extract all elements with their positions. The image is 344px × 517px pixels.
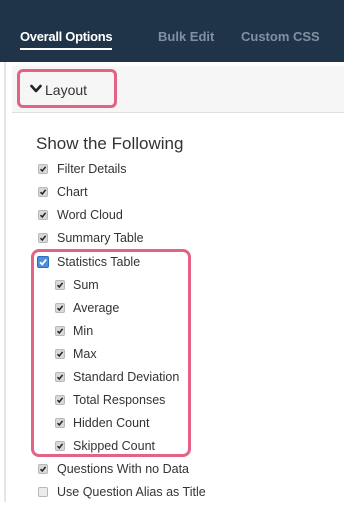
- chevron-down-icon: [30, 84, 42, 93]
- checkbox[interactable]: [55, 395, 65, 405]
- option-label: Filter Details: [57, 162, 127, 176]
- option-label: Max: [73, 347, 97, 361]
- option-label: Chart: [57, 185, 88, 199]
- check-icon: [39, 258, 47, 266]
- tab-bar: Overall Options Bulk Edit Custom CSS: [0, 0, 344, 62]
- check-icon: [56, 443, 64, 450]
- check-icon: [56, 305, 64, 312]
- check-icon: [39, 212, 47, 219]
- option-label: Statistics Table: [57, 255, 141, 269]
- option-label: Total Responses: [73, 393, 166, 407]
- option-label: Summary Table: [57, 231, 144, 245]
- layout-label: Layout: [45, 82, 88, 98]
- option-label: Min: [73, 324, 94, 338]
- option-label: Word Cloud: [57, 208, 123, 222]
- check-icon: [56, 374, 64, 381]
- checkbox[interactable]: [38, 233, 48, 243]
- tab-overall-options[interactable]: Overall Options: [20, 29, 113, 50]
- tab-custom-css[interactable]: Custom CSS: [241, 29, 320, 44]
- check-icon: [39, 166, 47, 173]
- check-icon: [39, 466, 47, 473]
- check-icon: [56, 351, 64, 358]
- check-icon: [56, 328, 64, 335]
- checkbox[interactable]: [55, 372, 65, 382]
- check-icon: [56, 397, 64, 404]
- checkbox[interactable]: [55, 418, 65, 428]
- option-label: Skipped Count: [73, 439, 156, 453]
- checkbox[interactable]: [38, 187, 48, 197]
- checkbox[interactable]: [38, 464, 48, 474]
- checkbox[interactable]: [38, 487, 48, 497]
- check-icon: [39, 189, 47, 196]
- option-label: Sum: [73, 278, 99, 292]
- option-label: Use Question Alias as Title: [57, 485, 206, 499]
- option-label: Average: [73, 301, 120, 315]
- check-icon: [56, 420, 64, 427]
- checkbox[interactable]: [38, 210, 48, 220]
- checkbox[interactable]: [55, 280, 65, 290]
- option-label: Questions With no Data: [57, 462, 190, 476]
- panel-divider: [4, 62, 6, 502]
- option-label: Standard Deviation: [73, 370, 180, 384]
- option-label: Hidden Count: [73, 416, 150, 430]
- checkbox[interactable]: [55, 326, 65, 336]
- tab-bulk-edit[interactable]: Bulk Edit: [158, 29, 214, 44]
- checkbox[interactable]: [37, 256, 49, 268]
- check-icon: [39, 235, 47, 242]
- checkbox[interactable]: [55, 441, 65, 451]
- check-icon: [56, 282, 64, 289]
- section-title: Show the Following: [36, 134, 184, 153]
- checkbox[interactable]: [55, 303, 65, 313]
- checkbox[interactable]: [38, 164, 48, 174]
- layout-toggle-button[interactable]: Layout: [17, 69, 117, 108]
- checkbox[interactable]: [55, 349, 65, 359]
